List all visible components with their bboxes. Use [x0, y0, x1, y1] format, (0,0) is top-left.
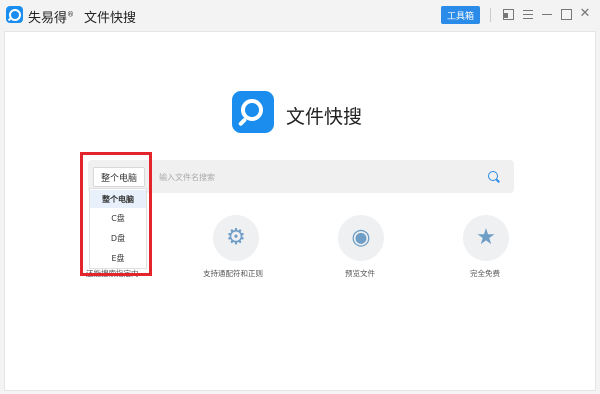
menu-icon[interactable] [521, 7, 535, 21]
eye-icon: ◉ [351, 225, 371, 250]
feature-free: ★ [463, 215, 509, 261]
titlebar-divider [490, 8, 491, 22]
feature-preview: ◉ [338, 215, 384, 261]
scope-select[interactable]: 整个电脑 [93, 167, 145, 187]
feature-regex: ⚙ [213, 215, 259, 261]
toolbox-button[interactable]: 工具箱 [441, 6, 480, 24]
dropdown-option-c[interactable]: C盘 [90, 209, 146, 227]
feature-label-free: 完全免费 [470, 269, 500, 278]
title-bar: 失易得® 文件快搜 工具箱 ✕ [0, 0, 600, 30]
feature-label-preview: 预览文件 [345, 269, 375, 278]
search-input[interactable] [159, 169, 479, 185]
hero-title: 文件快搜 [286, 106, 363, 128]
dropdown-option-e[interactable]: E盘 [90, 249, 146, 267]
search-icon[interactable] [488, 171, 499, 182]
maximize-icon[interactable] [559, 7, 573, 21]
feature-label-regex: 支持通配符和正则 [203, 269, 263, 278]
app-title: 文件快搜 [84, 11, 137, 26]
pin-icon[interactable] [501, 7, 515, 21]
app-logo-icon [6, 6, 23, 23]
star-icon: ★ [476, 225, 496, 250]
dropdown-option-whole-pc[interactable]: 整个电脑 [90, 190, 146, 208]
minimize-icon[interactable] [540, 7, 554, 21]
dropdown-option-d[interactable]: D盘 [90, 229, 146, 247]
gear-icon: ⚙ [226, 225, 246, 250]
scope-dropdown: 整个电脑 C盘 D盘 E盘 [89, 188, 147, 269]
brand-name: 失易得® [28, 10, 75, 26]
hero-logo-icon [232, 91, 274, 133]
feature-label-obscured: 还能搜索指定内 [86, 269, 139, 278]
close-icon[interactable]: ✕ [578, 7, 592, 21]
